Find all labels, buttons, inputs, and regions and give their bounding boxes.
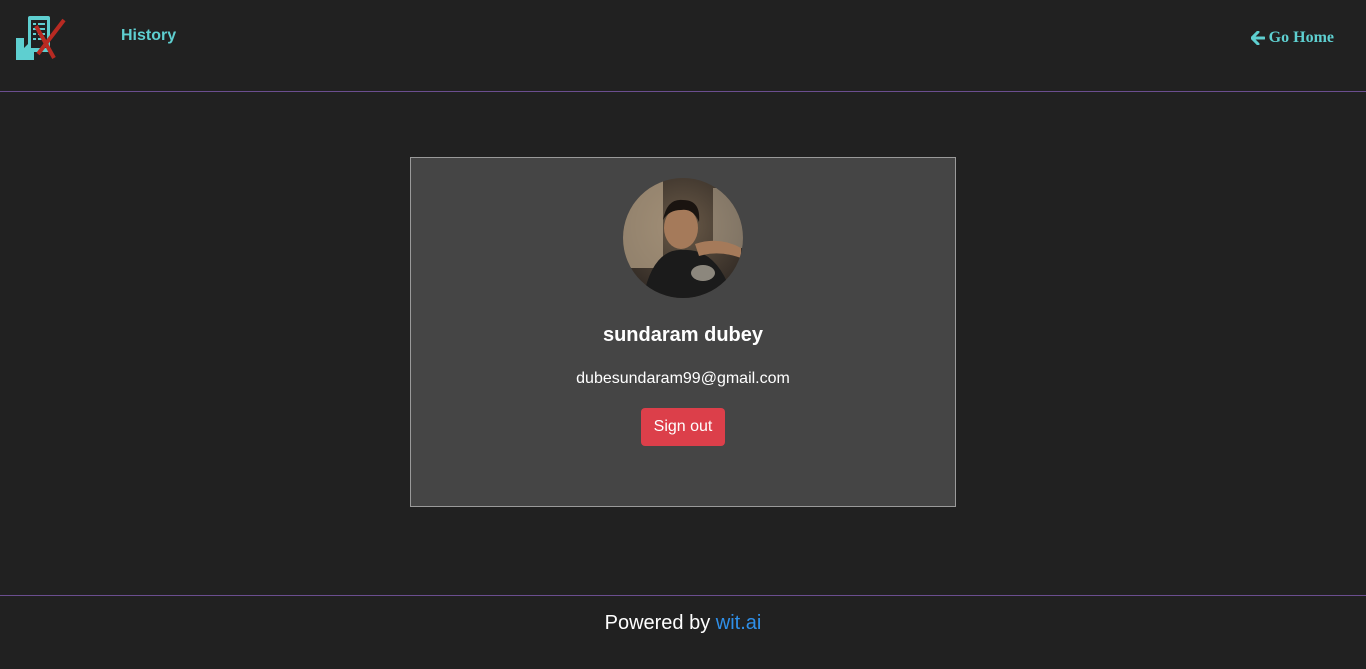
sign-out-button[interactable]: Sign out <box>641 408 725 446</box>
nav-history-link[interactable]: History <box>121 27 176 45</box>
go-home-link[interactable]: Go Home <box>1250 29 1334 47</box>
avatar <box>623 178 743 298</box>
user-email: dubesundaram99@gmail.com <box>576 370 790 387</box>
go-home-label: Go Home <box>1268 29 1334 46</box>
navbar: History Go Home <box>0 0 1366 92</box>
footer: Powered by wit.ai <box>0 595 1366 669</box>
footer-text: Powered by wit.ai <box>0 612 1366 635</box>
app-logo[interactable] <box>14 14 68 64</box>
profile-card: sundaram dubey dubesundaram99@gmail.com … <box>410 157 956 507</box>
user-name: sundaram dubey <box>602 324 764 346</box>
arrow-left-icon <box>1250 31 1265 45</box>
wit-ai-link[interactable]: wit.ai <box>716 612 762 634</box>
footer-prefix: Powered by <box>604 612 711 634</box>
